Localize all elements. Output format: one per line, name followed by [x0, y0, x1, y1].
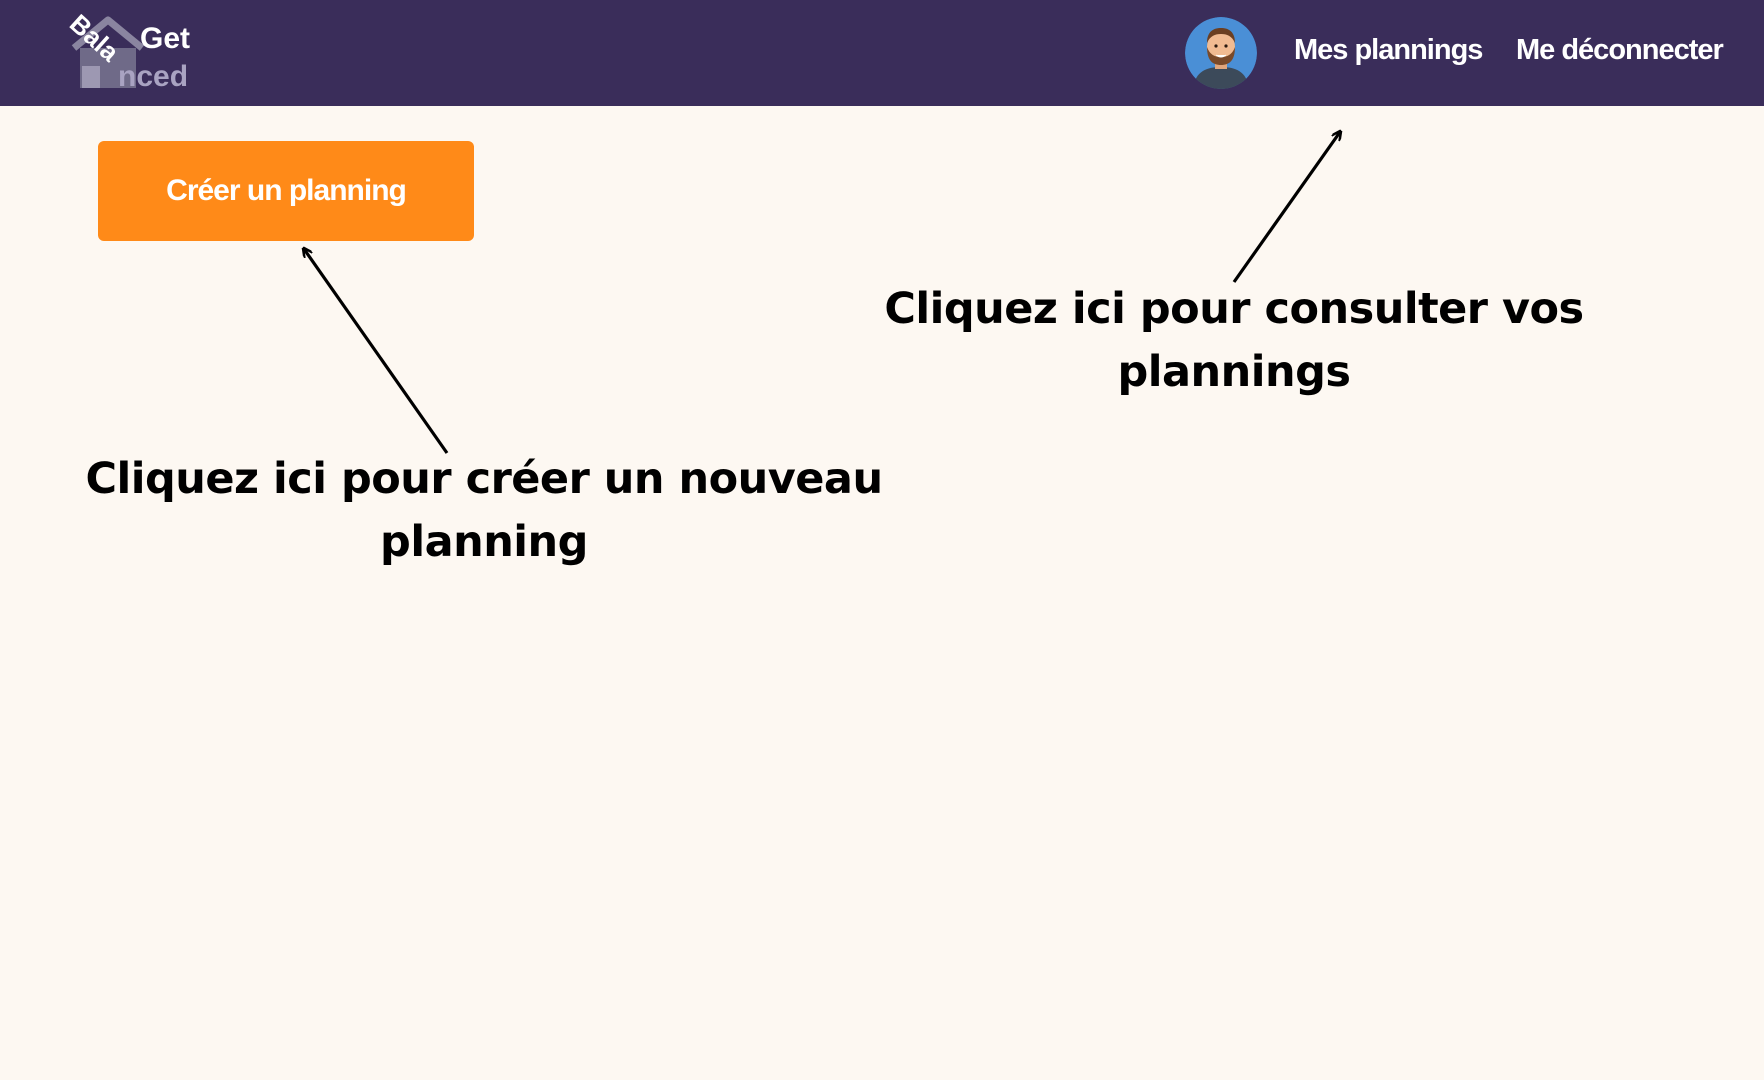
annotation-create-line1: Cliquez ici pour créer un nouveau [85, 454, 883, 504]
arrow-to-create-button [304, 249, 449, 454]
annotation-create-line2: planning [380, 517, 588, 567]
create-planning-button[interactable]: Créer un planning [98, 141, 474, 241]
logo-house-icon: Get Bala nced [66, 14, 190, 93]
arrow-to-my-plannings [1232, 132, 1340, 283]
annotation-create-planning: Cliquez ici pour créer un nouveau planni… [70, 448, 898, 574]
annotation-my-plannings-line2: plannings [1117, 347, 1352, 397]
user-avatar[interactable] [1185, 17, 1257, 89]
top-navbar: Get Bala nced Mes plannings Me déconnect… [0, 0, 1764, 106]
get-balanced-logo[interactable]: Get Bala nced [66, 14, 216, 94]
annotation-my-plannings-line1: Cliquez ici pour consulter vos [884, 284, 1584, 334]
nav-my-plannings-link[interactable]: Mes plannings [1294, 34, 1483, 67]
logo-text-get: Get [140, 22, 190, 55]
logo-text-nced: nced [118, 60, 188, 93]
man-avatar-icon [1185, 17, 1257, 89]
annotation-my-plannings: Cliquez ici pour consulter vos plannings [860, 278, 1608, 404]
nav-logout-link[interactable]: Me déconnecter [1516, 34, 1724, 67]
